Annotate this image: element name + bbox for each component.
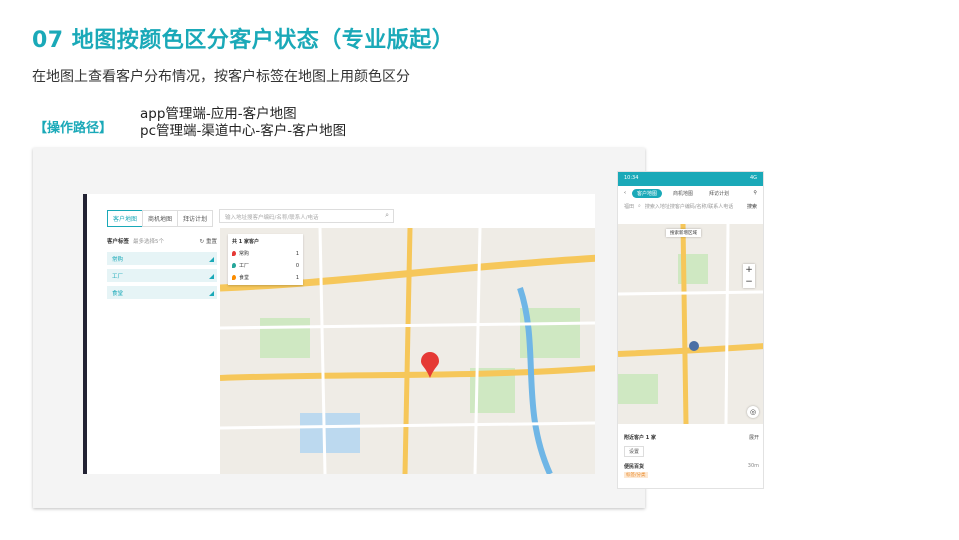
search-icon[interactable]: ⌕ <box>385 211 389 220</box>
operation-path-label: 【操作路径】 <box>34 121 113 136</box>
panel-title: 客户标签 <box>107 239 130 245</box>
tag-item-factory[interactable]: 工厂 <box>107 269 217 282</box>
nearby-customer-list: 附近客户 1 家 展开 设置 便民百货 30m 标签/分类 <box>618 430 763 482</box>
tab-visit-plan[interactable]: 拜访计划 <box>704 189 734 198</box>
tag-item-canteen[interactable]: 食堂 <box>107 286 217 299</box>
path-pc: pc管理端-渠道中心-客户-客户地图 <box>140 123 347 139</box>
expand-button[interactable]: 展开 <box>749 434 759 441</box>
search-button[interactable]: 搜索 <box>747 203 757 210</box>
customer-name: 便民百货 <box>624 464 645 470</box>
tag-filter-panel: 客户标签 最多选择5个 ↻ 重置 常购 工厂 食堂 <box>107 234 217 299</box>
city-selector[interactable]: 福田 <box>624 203 634 210</box>
search-icon: ⌕ <box>638 203 641 209</box>
mobile-search-bar[interactable]: 福田 ⌕ 搜索入地址搜客户编码/名称/联系人电话 搜索 <box>618 200 763 212</box>
map-tabs: 客户地图 商机地图 拜访计划 <box>107 210 214 227</box>
reset-button[interactable]: ↻ 重置 <box>200 237 217 245</box>
operation-path: app管理端-应用-客户地图 pc管理端-渠道中心-客户-客户地图 <box>140 106 346 140</box>
zoom-control: + − <box>743 264 755 288</box>
customer-tag: 标签/分类 <box>624 472 648 478</box>
mobile-map[interactable]: 搜索新增区域 + − ◎ <box>618 224 763 424</box>
slide-subtitle: 在地图上查看客户分布情况，按客户标签在地图上用颜色区分 <box>32 69 410 85</box>
search-placeholder: 输入地址搜客户编码/名称/联系人/电话 <box>225 215 319 221</box>
list-item[interactable]: 便民百货 30m <box>624 463 759 470</box>
pin-teal-icon <box>232 263 236 268</box>
pc-screenshot: 客户地图 商机地图 拜访计划 输入地址搜客户编码/名称/联系人/电话 ⌕ 客户标… <box>33 148 645 508</box>
legend-title: 共 1 家客户 <box>232 239 259 245</box>
tab-opportunity-map[interactable]: 商机地图 <box>668 189 698 198</box>
back-icon[interactable]: ‹ <box>624 190 626 196</box>
filter-icon[interactable]: ⚲ <box>753 190 757 196</box>
customer-legend: 共 1 家客户 常购 1 工厂 0 食堂 1 <box>228 234 303 285</box>
tab-visit-plan[interactable]: 拜访计划 <box>177 210 214 227</box>
pc-map[interactable]: 共 1 家客户 常购 1 工厂 0 食堂 1 <box>220 228 595 474</box>
legend-row[interactable]: 食堂 1 <box>232 274 299 281</box>
customer-distance: 30m <box>747 463 759 469</box>
map-search-input[interactable]: 输入地址搜客户编码/名称/联系人/电话 ⌕ <box>219 209 394 223</box>
zoom-in-button[interactable]: + <box>743 264 755 276</box>
legend-row[interactable]: 工厂 0 <box>232 262 299 269</box>
pc-customer-map-page: 客户地图 商机地图 拜访计划 输入地址搜客户编码/名称/联系人/电话 ⌕ 客户标… <box>83 194 595 474</box>
map-tip[interactable]: 搜索新增区域 <box>666 229 701 237</box>
panel-hint: 最多选择5个 <box>133 239 165 245</box>
tab-customer-map[interactable]: 客户地图 <box>107 210 144 227</box>
map-canvas <box>618 224 763 424</box>
tab-opportunity-map[interactable]: 商机地图 <box>142 210 179 227</box>
pin-orange-icon <box>232 275 236 280</box>
pin-red-icon <box>232 251 236 256</box>
tag-item-changgou[interactable]: 常购 <box>107 252 217 265</box>
slide-title: 07 地图按颜色区分客户状态（专业版起） <box>32 28 455 53</box>
mobile-tabs: ‹ 客户地图 商机地图 拜访计划 ⚲ <box>618 186 763 200</box>
status-bar: 10:34 4G <box>618 172 763 186</box>
tab-customer-map[interactable]: 客户地图 <box>632 188 663 198</box>
mobile-screenshot: 10:34 4G ‹ 客户地图 商机地图 拜访计划 ⚲ 福田 ⌕ 搜索入地址搜客… <box>617 171 764 489</box>
legend-row[interactable]: 常购 1 <box>232 250 299 257</box>
path-app: app管理端-应用-客户地图 <box>140 106 297 122</box>
list-title: 附近客户 1 家 <box>624 435 656 441</box>
search-placeholder: 搜索入地址搜客户编码/名称/联系人电话 <box>644 203 734 210</box>
setting-button[interactable]: 设置 <box>624 446 645 457</box>
zoom-out-button[interactable]: − <box>743 276 755 288</box>
locate-icon[interactable]: ◎ <box>747 406 759 418</box>
